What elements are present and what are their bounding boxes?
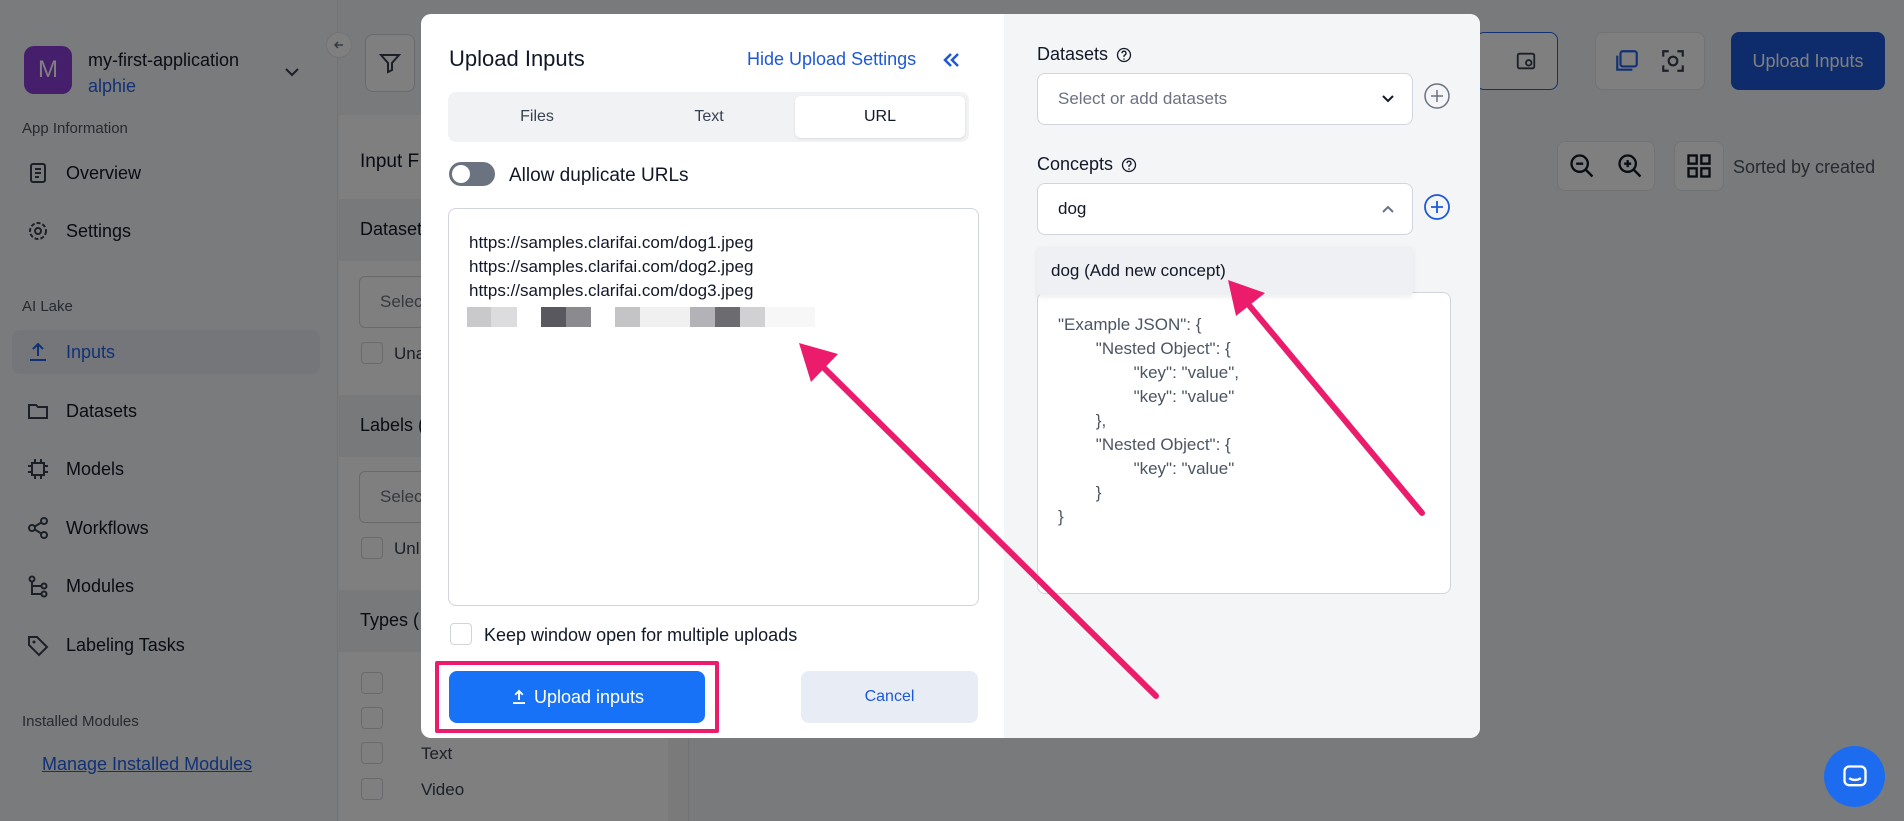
tab-files[interactable]: Files (452, 96, 622, 138)
datasets-label: Datasets (1037, 44, 1132, 65)
toggle-knob (452, 165, 470, 183)
tab-text[interactable]: Text (624, 96, 794, 138)
help-icon[interactable] (1116, 47, 1132, 63)
datasets-label-text: Datasets (1037, 44, 1109, 64)
json-line: "key": "value", (1058, 363, 1239, 382)
json-line: "key": "value" (1058, 459, 1235, 478)
json-line: }, (1058, 411, 1107, 430)
concepts-label-text: Concepts (1037, 154, 1114, 174)
allow-duplicate-urls-label: Allow duplicate URLs (509, 165, 689, 186)
concept-suggestion-option[interactable]: dog (Add new concept) (1037, 247, 1413, 295)
json-line: "Example JSON": { (1058, 315, 1202, 334)
keep-window-open-checkbox[interactable] (450, 623, 472, 645)
upload-type-tabs: Files Text URL (448, 92, 969, 142)
chevron-down-icon (1382, 95, 1394, 103)
chat-support-button[interactable] (1824, 746, 1885, 807)
upload-inputs-modal: Upload Inputs Hide Upload Settings Files… (421, 14, 1480, 738)
url-textarea[interactable]: https://samples.clarifai.com/dog1.jpeg h… (448, 208, 979, 606)
cancel-button[interactable]: Cancel (801, 671, 978, 723)
help-icon[interactable] (1121, 157, 1137, 173)
chevron-up-icon (1382, 205, 1394, 213)
allow-duplicate-urls-toggle[interactable] (449, 162, 495, 186)
chat-icon (1842, 764, 1867, 786)
modal-title: Upload Inputs (449, 46, 585, 71)
datasets-select[interactable]: Select or add datasets (1037, 73, 1413, 125)
concepts-label: Concepts (1037, 154, 1137, 175)
redacted-text (467, 307, 817, 327)
json-line: } (1058, 483, 1102, 502)
url-line: https://samples.clarifai.com/dog2.jpeg (469, 257, 754, 276)
hide-upload-settings-link[interactable]: Hide Upload Settings (747, 49, 916, 70)
metadata-json-textarea[interactable]: "Example JSON": { "Nested Object": { "ke… (1037, 292, 1451, 594)
json-line: "Nested Object": { (1058, 435, 1231, 454)
keep-window-open-label: Keep window open for multiple uploads (484, 625, 798, 645)
url-line: https://samples.clarifai.com/dog1.jpeg (469, 233, 754, 252)
datasets-select-placeholder: Select or add datasets (1058, 89, 1228, 108)
json-line: } (1058, 507, 1064, 526)
tab-url[interactable]: URL (795, 96, 965, 138)
json-line: "Nested Object": { (1058, 339, 1231, 358)
url-line: https://samples.clarifai.com/dog3.jpeg (469, 281, 754, 300)
add-dataset-icon[interactable] (1423, 82, 1451, 110)
double-chevron-left-icon[interactable] (939, 48, 963, 72)
add-concept-icon[interactable] (1423, 193, 1451, 221)
concepts-input-value: dog (1058, 199, 1087, 218)
annotation-highlight-box (435, 661, 719, 733)
json-line: "key": "value" (1058, 387, 1235, 406)
concepts-input[interactable]: dog (1037, 183, 1413, 235)
